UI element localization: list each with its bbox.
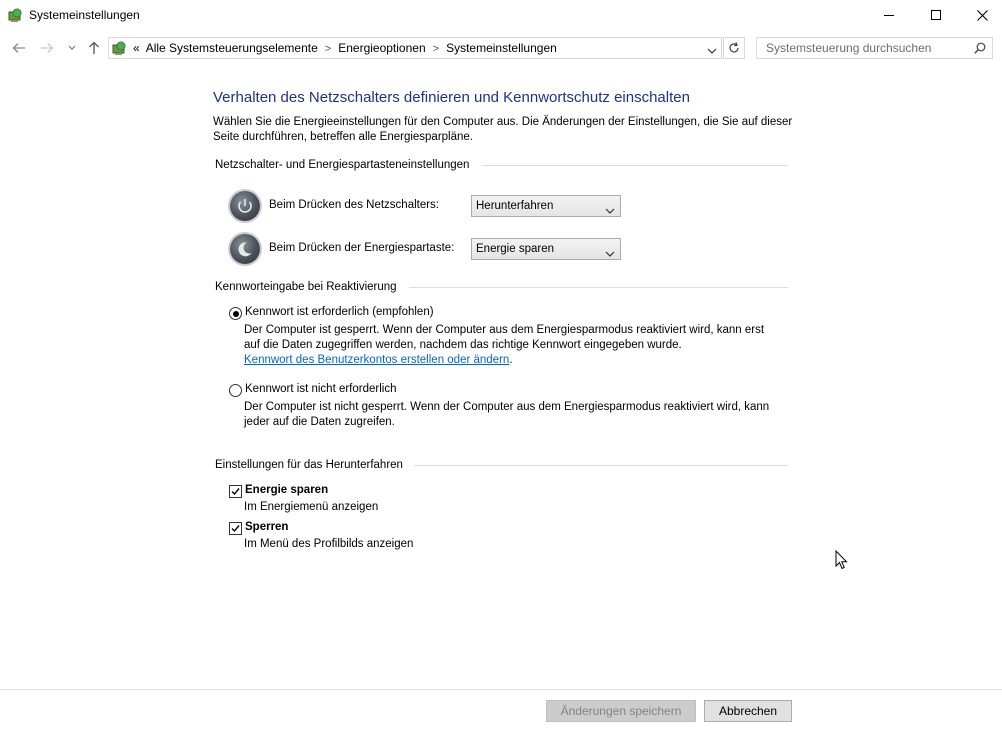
breadcrumb-overflow[interactable]: «: [133, 41, 140, 55]
power-button-label: Beim Drücken des Netzschalters:: [269, 199, 440, 211]
page-title: Verhalten des Netzschalters definieren u…: [213, 89, 690, 106]
radio-selected-dot: [232, 310, 239, 317]
password-not-required-label[interactable]: Kennwort ist nicht erforderlich: [245, 383, 396, 395]
sleep-button-label: Beim Drücken der Energiespartaste:: [269, 242, 455, 254]
password-required-radio[interactable]: [229, 307, 242, 320]
search-icon[interactable]: [974, 42, 986, 57]
footer-divider: [0, 689, 1002, 690]
recent-locations-button[interactable]: [62, 38, 82, 58]
breadcrumb-separator-icon[interactable]: >: [433, 43, 439, 55]
link-suffix: .: [509, 354, 513, 366]
breadcrumb-item-power-options[interactable]: Energieoptionen: [338, 41, 425, 55]
sleep-button-action-select[interactable]: Energie sparen: [471, 238, 621, 260]
password-section-title: Kennworteingabe bei Reaktivierung: [215, 281, 397, 293]
control-panel-icon: [112, 40, 128, 56]
lock-checkbox-subtitle: Im Menü des Profilbilds anzeigen: [244, 538, 414, 550]
arrow-up-icon: [89, 41, 99, 54]
create-password-link[interactable]: Kennwort des Benutzerkontos erstellen od…: [244, 354, 509, 366]
power-buttons-section-title: Netzschalter- und Energiespartasteneinst…: [215, 159, 470, 171]
checkmark-icon: [231, 525, 240, 533]
section-divider: [414, 465, 788, 466]
chevron-down-icon: [68, 45, 76, 50]
title-bar: Systemeinstellungen: [0, 0, 1002, 30]
sleep-checkbox-label[interactable]: Energie sparen: [245, 484, 328, 496]
power-button-action-select[interactable]: Herunterfahren: [471, 195, 621, 217]
minimize-icon: [884, 15, 894, 16]
lock-checkbox-label[interactable]: Sperren: [245, 521, 288, 533]
page-description: Wählen Sie die Energieeinstellungen für …: [213, 116, 793, 143]
breadcrumb-separator-icon[interactable]: >: [325, 43, 331, 55]
search-box[interactable]: Systemsteuerung durchsuchen: [756, 37, 993, 59]
chevron-down-icon: [605, 246, 615, 260]
breadcrumb-item-system-settings[interactable]: Systemeinstellungen: [446, 41, 557, 55]
sleep-button-icon: [230, 234, 260, 264]
shutdown-section-title: Einstellungen für das Herunterfahren: [215, 459, 403, 471]
checkmark-icon: [231, 488, 240, 496]
control-panel-icon: [8, 7, 24, 23]
cancel-button[interactable]: Abbrechen: [704, 700, 792, 722]
power-button-action-value: Herunterfahren: [476, 200, 554, 212]
up-button[interactable]: [84, 38, 104, 58]
arrow-left-icon: [12, 43, 25, 53]
breadcrumb-item-all-control-panel[interactable]: Alle Systemsteuerungselemente: [146, 41, 318, 55]
chevron-down-icon: [707, 48, 717, 54]
forward-button[interactable]: [37, 38, 57, 58]
password-not-required-description: Der Computer ist nicht gesperrt. Wenn de…: [244, 401, 770, 428]
mouse-cursor-icon: [835, 549, 848, 573]
sleep-button-action-value: Energie sparen: [476, 243, 554, 255]
close-button[interactable]: [959, 0, 1002, 30]
refresh-icon: [729, 42, 739, 53]
sleep-checkbox[interactable]: [229, 485, 242, 498]
section-divider: [482, 165, 788, 166]
arrow-right-icon: [41, 43, 54, 53]
address-bar[interactable]: « Alle Systemsteuerungselemente > Energieop…: [108, 37, 722, 59]
breadcrumb: « Alle Systemsteuerungselemente > Energieop…: [133, 41, 557, 55]
password-required-text: Der Computer ist gesperrt. Wenn der Comp…: [244, 324, 765, 351]
lock-checkbox[interactable]: [229, 522, 242, 535]
close-icon: [976, 9, 988, 21]
maximize-button[interactable]: [913, 0, 959, 30]
minimize-button[interactable]: [866, 0, 912, 30]
password-required-description: Der Computer ist gesperrt. Wenn der Comp…: [244, 323, 774, 368]
address-dropdown-button[interactable]: [707, 44, 717, 58]
chevron-down-icon: [605, 203, 615, 217]
password-required-label[interactable]: Kennwort ist erforderlich (empfohlen): [245, 306, 434, 318]
password-not-required-radio[interactable]: [229, 384, 242, 397]
section-divider: [409, 287, 788, 288]
maximize-icon: [931, 10, 941, 20]
back-button[interactable]: [9, 38, 29, 58]
search-placeholder[interactable]: Systemsteuerung durchsuchen: [766, 41, 931, 55]
window-title: Systemeinstellungen: [29, 8, 140, 22]
save-changes-button[interactable]: Änderungen speichern: [546, 700, 696, 722]
power-button-icon: [230, 191, 260, 221]
refresh-button[interactable]: [723, 37, 745, 59]
sleep-checkbox-subtitle: Im Energiemenü anzeigen: [244, 501, 379, 513]
